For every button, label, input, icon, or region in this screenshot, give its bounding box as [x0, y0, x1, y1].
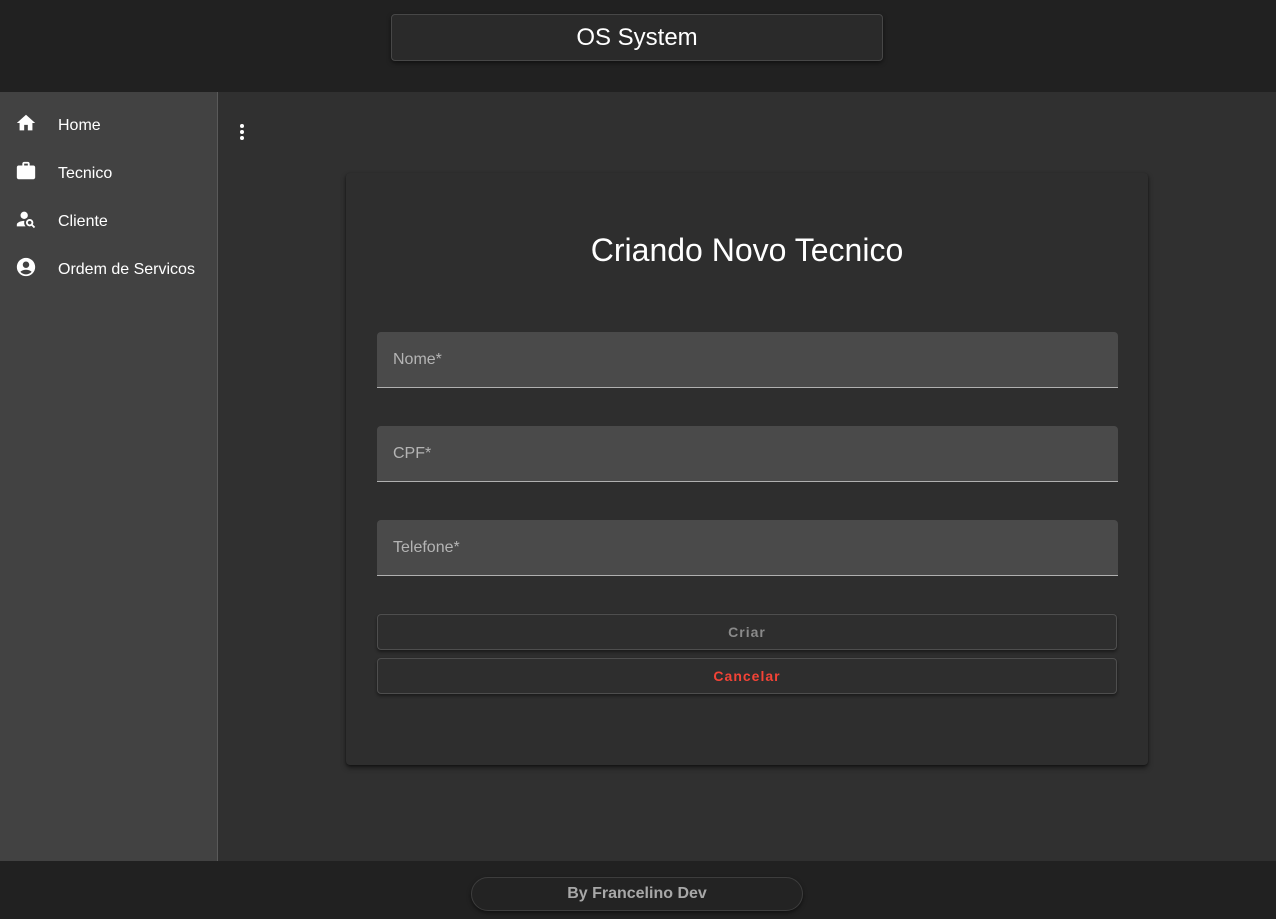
home-icon: [15, 112, 37, 134]
cpf-field[interactable]: [377, 426, 1118, 482]
sidebar-item-tecnico[interactable]: Tecnico: [0, 150, 217, 198]
person-search-icon: [15, 208, 37, 230]
nome-input[interactable]: [377, 332, 1118, 387]
footer-credit: By Francelino Dev: [471, 877, 803, 911]
criar-button[interactable]: Criar: [377, 614, 1117, 650]
page-title: Criando Novo Tecnico: [590, 232, 904, 268]
sidebar-item-label: Home: [58, 117, 101, 134]
cancelar-button[interactable]: Cancelar: [377, 658, 1117, 694]
sidebar-item-home[interactable]: Home: [0, 102, 217, 150]
telefone-field[interactable]: [377, 520, 1118, 576]
nome-field[interactable]: [377, 332, 1118, 388]
telefone-input[interactable]: [377, 520, 1118, 575]
sidebar-item-label: Cliente: [58, 213, 108, 230]
app-title: OS System: [391, 14, 883, 61]
briefcase-icon: [15, 160, 37, 182]
cpf-input[interactable]: [377, 426, 1118, 481]
sidebar-item-label: Tecnico: [58, 165, 113, 182]
more-vert-icon[interactable]: [232, 120, 252, 144]
sidebar: Home Tecnico Cliente Ordem de Servicos: [0, 92, 218, 861]
